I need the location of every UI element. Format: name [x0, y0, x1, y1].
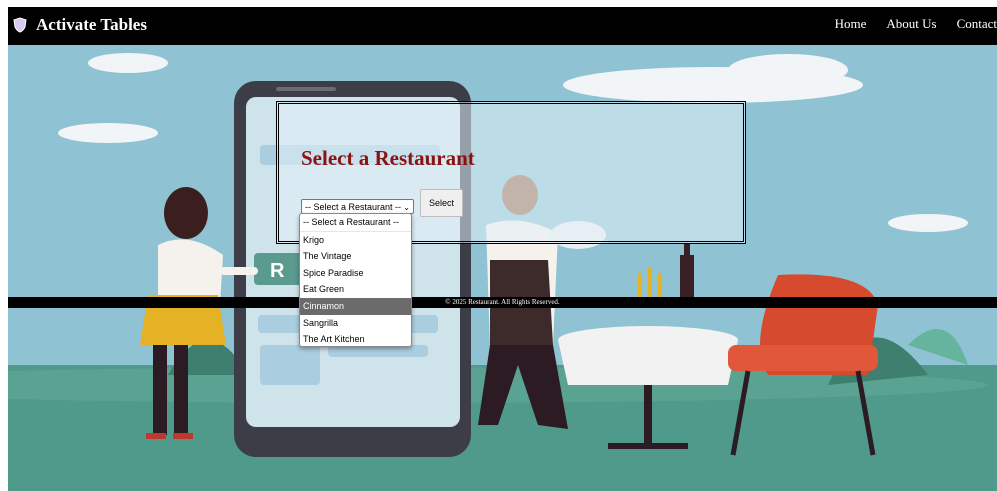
dropdown-option-sangrilla[interactable]: Sangrilla	[300, 315, 411, 332]
panel-title: Select a Restaurant	[301, 146, 475, 170]
nav-contact[interactable]: Contact	[957, 16, 997, 32]
dropdown-option-the-art-kitchen[interactable]: The Art Kitchen	[300, 331, 411, 348]
restaurant-dropdown-list: -- Select a Restaurant -- Krigo The Vint…	[299, 213, 412, 347]
brand-title: Activate Tables	[36, 15, 147, 34]
select-value: -- Select a Restaurant --	[305, 202, 402, 212]
dropdown-option-placeholder[interactable]: -- Select a Restaurant --	[300, 214, 411, 232]
dropdown-option-krigo[interactable]: Krigo	[300, 232, 411, 249]
nav-about-us[interactable]: About Us	[886, 16, 936, 32]
shield-logo-icon	[13, 17, 27, 33]
dropdown-option-the-vintage[interactable]: The Vintage	[300, 248, 411, 265]
footer-text: © 2025 Restaurant. All Rights Reserved.	[445, 298, 560, 306]
footer: © 2025 Restaurant. All Rights Reserved.	[8, 297, 997, 308]
select-button[interactable]: Select	[420, 189, 463, 217]
dropdown-option-eat-green[interactable]: Eat Green	[300, 281, 411, 298]
page-frame: Activate Tables Home About Us Contact R …	[8, 7, 997, 491]
restaurant-select[interactable]: -- Select a Restaurant -- ⌄	[301, 199, 414, 214]
dropdown-option-spice-paradise[interactable]: Spice Paradise	[300, 265, 411, 282]
nav-home[interactable]: Home	[835, 16, 867, 32]
nav-links: Home About Us Contact	[835, 16, 997, 32]
dropdown-option-cinnamon[interactable]: Cinnamon	[300, 297, 411, 315]
svg-text:R: R	[270, 260, 285, 282]
top-navbar: Activate Tables Home About Us Contact	[8, 7, 997, 45]
brand[interactable]: Activate Tables	[12, 15, 147, 35]
